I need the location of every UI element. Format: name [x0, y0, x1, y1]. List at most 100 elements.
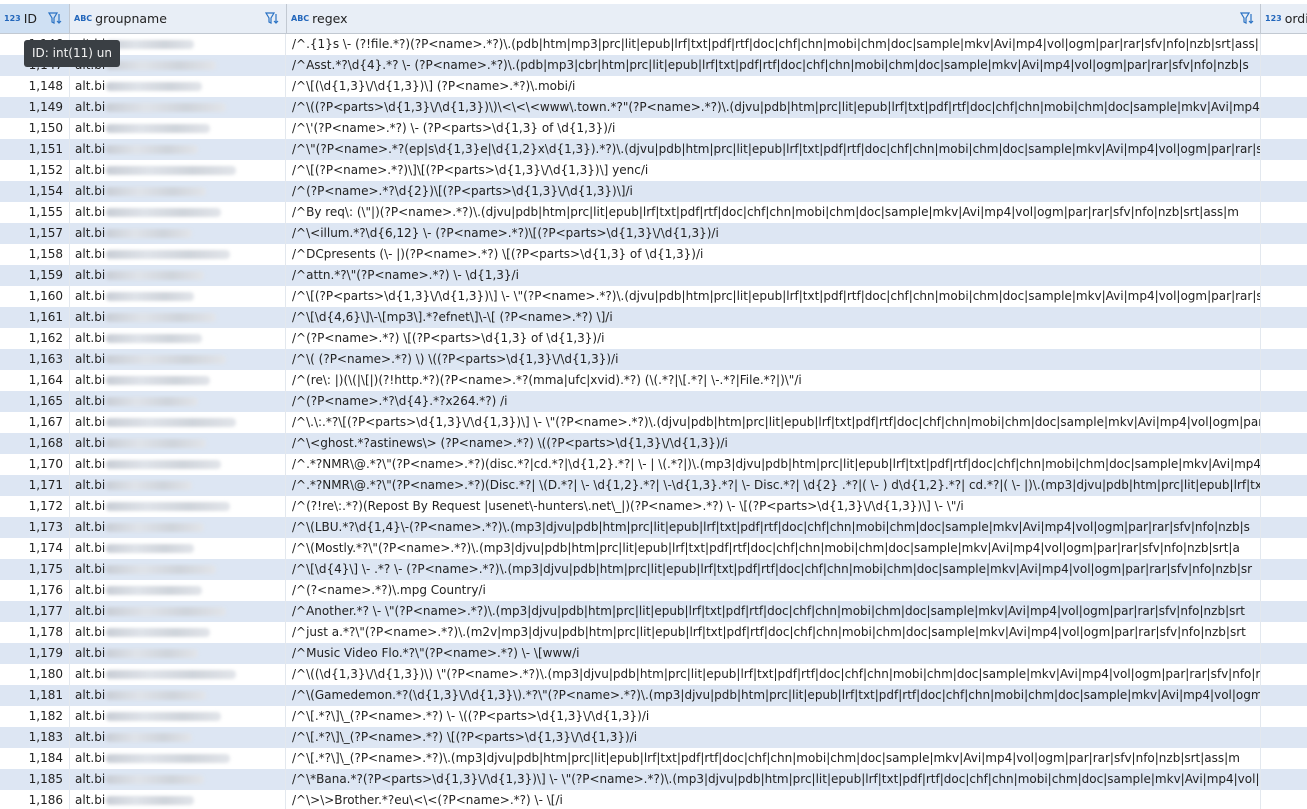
cell-regex[interactable]: /^(?P<name>.*?\d{2})\[(?P<parts>\d{1,3}\…: [287, 181, 1261, 202]
cell-id[interactable]: 1,182: [0, 706, 70, 727]
cell-id[interactable]: 1,149: [0, 97, 70, 118]
table-row[interactable]: 1,181 alt.bi /^\(Gamedemon.*?(\d{1,3}\/\d{…: [0, 685, 1307, 706]
table-row[interactable]: 1,182 alt.bi /^\[.*?\]\_(?P<name>.*?) \- \…: [0, 706, 1307, 727]
cell-id[interactable]: 1,171: [0, 475, 70, 496]
table-row[interactable]: 1,160 alt.bi /^\[(?P<parts>\d{1,3}\/\d{1,3…: [0, 286, 1307, 307]
cell-regex[interactable]: /^.*?NMR\@.*?\"(?P<name>.*?)(Disc.*?| \(…: [287, 475, 1261, 496]
cell-regex[interactable]: /^\'(?P<name>.*?) \- (?P<parts>\d{1,3} o…: [287, 118, 1261, 139]
cell-ordinal[interactable]: [1261, 748, 1307, 769]
cell-ordinal[interactable]: [1261, 664, 1307, 685]
cell-id[interactable]: 1,162: [0, 328, 70, 349]
table-row[interactable]: 1,177 alt.bi /^Another.*? \- \"(?P<name>.*…: [0, 601, 1307, 622]
cell-groupname[interactable]: alt.bi: [70, 580, 286, 601]
column-header-id[interactable]: 123 ID: [0, 4, 70, 33]
cell-ordinal[interactable]: [1261, 769, 1307, 790]
cell-groupname[interactable]: alt.bi: [70, 223, 286, 244]
table-row[interactable]: 1,170 alt.bi /^.*?NMR\@.*?\"(?P<name>.*?)(…: [0, 454, 1307, 475]
table-row[interactable]: 1,176 alt.bi /^(?<name>.*?)\.mpg Country/i: [0, 580, 1307, 601]
table-row[interactable]: 1,158 alt.bi /^DCpresents (\- |)(?P<name>.…: [0, 244, 1307, 265]
cell-regex[interactable]: /^\(Gamedemon.*?(\d{1,3}\/\d{1,3}\).*?\"…: [287, 685, 1261, 706]
cell-id[interactable]: 1,181: [0, 685, 70, 706]
cell-regex[interactable]: /^\<ghost.*?astinews\> (?P<name>.*?) \((…: [287, 433, 1261, 454]
cell-regex[interactable]: /^\((?P<parts>\d{1,3}\/\d{1,3})\)\<\<\<w…: [287, 97, 1261, 118]
cell-id[interactable]: 1,154: [0, 181, 70, 202]
cell-groupname[interactable]: alt.bi: [70, 622, 286, 643]
cell-regex[interactable]: /^\.\:.*?\[(?P<parts>\d{1,3}\/\d{1,3})\]…: [287, 412, 1261, 433]
table-row[interactable]: 1,167 alt.bi /^\.\:.*?\[(?P<parts>\d{1,3}\…: [0, 412, 1307, 433]
table-row[interactable]: 1,149 alt.bi /^\((?P<parts>\d{1,3}\/\d{1,3…: [0, 97, 1307, 118]
cell-groupname[interactable]: alt.bi: [70, 160, 286, 181]
cell-id[interactable]: 1,186: [0, 790, 70, 809]
cell-ordinal[interactable]: [1261, 475, 1307, 496]
cell-groupname[interactable]: alt.bi: [70, 307, 286, 328]
table-row[interactable]: 1,172 alt.bi /^(?!re\:.*?)(Repost By Reque…: [0, 496, 1307, 517]
cell-ordinal[interactable]: [1261, 496, 1307, 517]
cell-regex[interactable]: /^\[(?P<parts>\d{1,3}\/\d{1,3})\] \- \"(…: [287, 286, 1261, 307]
cell-groupname[interactable]: alt.bi: [70, 685, 286, 706]
cell-groupname[interactable]: alt.bi: [70, 454, 286, 475]
cell-regex[interactable]: /^(?<name>.*?)\.mpg Country/i: [287, 580, 1261, 601]
cell-id[interactable]: 1,184: [0, 748, 70, 769]
cell-regex[interactable]: /^(?P<name>.*?\d{4}.*?x264.*?) /i: [287, 391, 1261, 412]
table-row[interactable]: 1,161 alt.bi /^\[\d{4,6}\]\-\[mp3\].*?efne…: [0, 307, 1307, 328]
table-row[interactable]: 1,178 alt.bi /^just a.*?\"(?P<name>.*?)\.(…: [0, 622, 1307, 643]
cell-ordinal[interactable]: [1261, 160, 1307, 181]
table-row[interactable]: 1,186 alt.bi /^\>\>Brother.*?eu\<\<(?P<nam…: [0, 790, 1307, 809]
cell-groupname[interactable]: alt.bi: [70, 286, 286, 307]
table-row[interactable]: 1,147alt.bi/^Asst.*?\d{4}.*? \- (?P<name…: [0, 55, 1307, 76]
table-row[interactable]: 1,185 alt.bi /^\*Bana.*?(?P<parts>\d{1,3}\…: [0, 769, 1307, 790]
cell-ordinal[interactable]: [1261, 370, 1307, 391]
cell-ordinal[interactable]: [1261, 433, 1307, 454]
cell-id[interactable]: 1,165: [0, 391, 70, 412]
cell-groupname[interactable]: alt.bi: [70, 517, 286, 538]
cell-id[interactable]: 1,177: [0, 601, 70, 622]
cell-ordinal[interactable]: [1261, 790, 1307, 809]
cell-ordinal[interactable]: [1261, 34, 1307, 55]
cell-regex[interactable]: /^\(LBU.*?\d{1,4}\-(?P<name>.*?)\.(mp3|d…: [287, 517, 1261, 538]
cell-id[interactable]: 1,174: [0, 538, 70, 559]
cell-groupname[interactable]: alt.bi: [70, 181, 286, 202]
cell-groupname[interactable]: alt.bi: [70, 118, 286, 139]
cell-regex[interactable]: /^\>\>Brother.*?eu\<\<(?P<name>.*?) \- \…: [287, 790, 1261, 809]
cell-ordinal[interactable]: [1261, 181, 1307, 202]
cell-groupname[interactable]: alt.bi: [70, 328, 286, 349]
cell-regex[interactable]: /^.{1}s \- (?!file.*?)(?P<name>.*?)\.(pd…: [287, 34, 1261, 55]
cell-id[interactable]: 1,155: [0, 202, 70, 223]
cell-regex[interactable]: /^\[(?P<name>.*?)\]\[(?P<parts>\d{1,3}\/…: [287, 160, 1261, 181]
table-row[interactable]: 1,154 alt.bi /^(?P<name>.*?\d{2})\[(?P<par…: [0, 181, 1307, 202]
cell-regex[interactable]: /^Another.*? \- \"(?P<name>.*?)\.(mp3|dj…: [287, 601, 1261, 622]
cell-regex[interactable]: /^DCpresents (\- |)(?P<name>.*?) \[(?P<p…: [287, 244, 1261, 265]
cell-id[interactable]: 1,180: [0, 664, 70, 685]
cell-regex[interactable]: /^\[\d{4}\] \- .*? \- (?P<name>.*?)\.(mp…: [287, 559, 1261, 580]
column-header-ordinal[interactable]: 123 ordi: [1261, 4, 1307, 33]
cell-regex[interactable]: /^\(Mostly.*?\"(?P<name>.*?)\.(mp3|djvu|…: [287, 538, 1261, 559]
cell-groupname[interactable]: alt.bi: [70, 349, 286, 370]
table-row[interactable]: 1,174 alt.bi /^\(Mostly.*?\"(?P<name>.*?)\…: [0, 538, 1307, 559]
cell-id[interactable]: 1,164: [0, 370, 70, 391]
cell-groupname[interactable]: alt.bi: [70, 433, 286, 454]
cell-groupname[interactable]: alt.bi: [70, 370, 286, 391]
cell-groupname[interactable]: alt.bi: [70, 391, 286, 412]
cell-ordinal[interactable]: [1261, 643, 1307, 664]
cell-regex[interactable]: /^(re\: |)(\(|\[|)(?!http.*?)(?P<name>.*…: [287, 370, 1261, 391]
table-row[interactable]: 1,171 alt.bi /^.*?NMR\@.*?\"(?P<name>.*?)(…: [0, 475, 1307, 496]
cell-regex[interactable]: /^\[.*?\]\_(?P<name>.*?) \- \((?P<parts>…: [287, 706, 1261, 727]
table-row[interactable]: 1,152 alt.bi /^\[(?P<name>.*?)\]\[(?P<part…: [0, 160, 1307, 181]
cell-id[interactable]: 1,173: [0, 517, 70, 538]
cell-ordinal[interactable]: [1261, 265, 1307, 286]
cell-regex[interactable]: /^Asst.*?\d{4}.*? \- (?P<name>.*?)\.(pdb…: [287, 55, 1261, 76]
cell-regex[interactable]: /^\( (?P<name>.*?) \) \((?P<parts>\d{1,3…: [287, 349, 1261, 370]
cell-id[interactable]: 1,150: [0, 118, 70, 139]
table-row[interactable]: 1,155 alt.bi /^By req\: (\"|)(?P<name>.*?)…: [0, 202, 1307, 223]
cell-id[interactable]: 1,168: [0, 433, 70, 454]
cell-ordinal[interactable]: [1261, 685, 1307, 706]
cell-groupname[interactable]: alt.bi: [70, 97, 286, 118]
cell-ordinal[interactable]: [1261, 328, 1307, 349]
cell-regex[interactable]: /^\[.*?\]\_(?P<name>.*?) \[(?P<parts>\d{…: [287, 727, 1261, 748]
cell-ordinal[interactable]: [1261, 76, 1307, 97]
cell-groupname[interactable]: alt.bi: [70, 244, 286, 265]
table-row[interactable]: 1,165 alt.bi /^(?P<name>.*?\d{4}.*?x264.*?…: [0, 391, 1307, 412]
cell-ordinal[interactable]: [1261, 454, 1307, 475]
cell-ordinal[interactable]: [1261, 349, 1307, 370]
table-row[interactable]: 1,151 alt.bi /^\"(?P<name>.*?(ep|s\d{1,3}e…: [0, 139, 1307, 160]
